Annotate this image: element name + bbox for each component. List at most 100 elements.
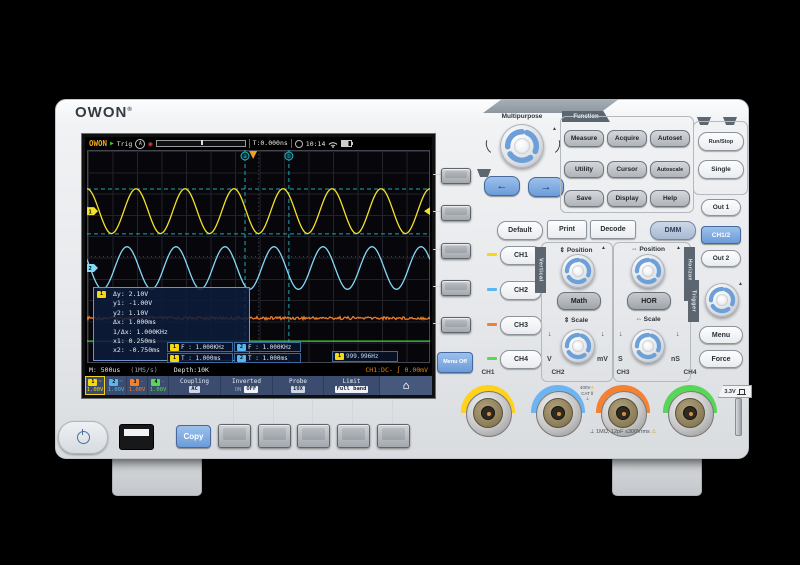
menu-off-button[interactable]: Menu Off	[437, 352, 473, 373]
bnc-label-ch3: CH3	[609, 369, 637, 376]
seconds-unit-label: S	[618, 356, 623, 363]
waveform-position-bar[interactable]	[156, 140, 246, 147]
softmenu-coupling[interactable]: Coupling AC	[169, 376, 221, 395]
down-arrow-icon: ↓	[619, 331, 623, 338]
screen-topbar: OWON ▶ Trig A ◉ T:0.000ns 10:14	[85, 137, 432, 150]
acquire-button[interactable]: Acquire	[607, 130, 647, 147]
horizontal-scale-knob[interactable]	[631, 329, 665, 363]
softmenu-limit[interactable]: Limit Full band	[324, 376, 380, 395]
channel-cell-1[interactable]: 1~ 1.00V	[85, 376, 106, 395]
ch4-button[interactable]: CH4	[500, 350, 542, 369]
softmenu-inverted[interactable]: Inverted ON OFF	[221, 376, 273, 395]
ground-icon: ⊥	[580, 396, 595, 402]
channel-badge: 2	[237, 355, 246, 362]
softmenu-probe[interactable]: Probe 10X	[273, 376, 324, 395]
nav-right-button[interactable]: →	[528, 177, 564, 197]
math-button[interactable]: Math	[557, 292, 601, 310]
clock-readout: 10:14	[306, 140, 326, 148]
square-wave-icon	[737, 389, 746, 395]
softkey-h1[interactable]	[218, 424, 251, 448]
ch1-2-button[interactable]: CH1/2	[701, 226, 741, 244]
right-arrow-icon: →	[541, 181, 552, 193]
channel-badge: 1	[97, 291, 106, 298]
copy-button[interactable]: Copy	[176, 425, 211, 448]
bnc-label-ch1: CH1	[474, 369, 502, 376]
softkey-f1[interactable]	[441, 168, 471, 184]
utility-button[interactable]: Utility	[564, 161, 604, 178]
channel-badge: 2	[237, 344, 246, 351]
default-button[interactable]: Default	[497, 221, 543, 240]
display-button[interactable]: Display	[607, 190, 647, 207]
freq-counter-box: 1 999.996Hz	[332, 351, 398, 362]
screen-softmenu: 1~ 1.00V 2~ 1.00V 3- 1.00V 4- 1.00V Coup…	[85, 376, 432, 395]
sample-rate-readout: (1MS/s)	[130, 366, 157, 374]
dmm-button[interactable]: DMM	[650, 221, 696, 240]
softkey-f3[interactable]	[441, 243, 471, 259]
battery-icon	[341, 140, 352, 147]
menu-label: Coupling	[180, 378, 209, 385]
help-button[interactable]: Help	[650, 190, 690, 207]
channel-cell-4[interactable]: 4- 1.00V	[148, 376, 169, 395]
measure-button[interactable]: Measure	[564, 130, 604, 147]
softkey-f4[interactable]	[441, 280, 471, 296]
autoscale-button[interactable]: Autoscale	[650, 161, 690, 178]
voltage-warning: 400V⚠ CAT Ⅱ ⊥	[580, 385, 595, 402]
zero-set-icon: ▲	[601, 245, 606, 251]
vertical-position-knob[interactable]	[561, 254, 595, 288]
softkey-h4[interactable]	[337, 424, 370, 448]
softkey-h3[interactable]	[297, 424, 330, 448]
left-arrow-icon: ←	[497, 180, 508, 192]
timebase-readout: M: 500us	[89, 366, 120, 374]
out1-button[interactable]: Out 1	[701, 199, 741, 216]
power-button[interactable]	[58, 421, 108, 454]
single-button[interactable]: Single	[698, 160, 744, 179]
cursor-row: y1: -1.00V	[113, 299, 249, 308]
home-button[interactable]: ⌂	[380, 376, 432, 395]
lcd-screen[interactable]: OWON ▶ Trig A ◉ T:0.000ns 10:14 12ab 1 Δ…	[85, 137, 432, 395]
vertical-knob-icon: ⇕	[564, 317, 569, 324]
multipurpose-label: Multipurpose	[482, 113, 562, 120]
option-off: OFF	[244, 386, 258, 393]
force-button[interactable]: Force	[699, 350, 743, 368]
home-icon: ⌂	[403, 379, 410, 392]
softkey-f2[interactable]	[441, 205, 471, 221]
down-arrow-icon: ↓	[676, 331, 680, 338]
volts-per-div: 1.00V	[150, 387, 167, 393]
channel-cell-2[interactable]: 2~ 1.00V	[106, 376, 127, 395]
warning-icon: ⚠	[591, 385, 595, 390]
coupling-symbol: ~	[119, 379, 122, 385]
softkey-h5[interactable]	[377, 424, 410, 448]
trigger-menu-button[interactable]: Menu	[699, 326, 743, 344]
softkey-f5[interactable]	[441, 317, 471, 333]
channel-cell-3[interactable]: 3- 1.00V	[127, 376, 148, 395]
hor-button[interactable]: HOR	[627, 292, 671, 310]
nav-left-button[interactable]: ←	[484, 176, 520, 196]
out2-button[interactable]: Out 2	[701, 250, 741, 267]
down-arrow-icon: ↓	[548, 331, 552, 338]
save-button[interactable]: Save	[564, 190, 604, 207]
horizontal-position-knob[interactable]	[631, 254, 665, 288]
print-button[interactable]: Print	[547, 220, 587, 239]
measure-period-ch1: 1 T : 1.000ms	[167, 353, 233, 363]
run-stop-button[interactable]: Run/Stop	[698, 132, 744, 151]
run-status-icon: ▶	[110, 140, 114, 147]
trigger-level-knob[interactable]	[705, 283, 739, 317]
autoset-button[interactable]: Autoset	[650, 130, 690, 147]
decode-button[interactable]: Decode	[590, 220, 636, 239]
measure-value: F : 1.000KHz	[248, 343, 291, 352]
cursor-button[interactable]: Cursor	[607, 161, 647, 178]
ch3-button[interactable]: CH3	[500, 316, 542, 335]
cursor-row: y2: 1.10V	[113, 309, 249, 318]
volts-per-div: 1.00V	[129, 387, 146, 393]
ch2-color-mark	[487, 288, 497, 291]
softkey-h2[interactable]	[258, 424, 291, 448]
volts-unit-label: V	[547, 356, 552, 363]
cursor-row: 1/Δx: 1.000KHz	[113, 328, 249, 337]
ch3-color-mark	[487, 323, 497, 326]
horizontal-scale-label: ⇔ Scale	[613, 316, 683, 323]
svg-text:b: b	[287, 153, 291, 160]
usb-port[interactable]	[119, 424, 154, 450]
channel-badge: 4	[151, 379, 160, 386]
vertical-scale-knob[interactable]	[561, 329, 595, 363]
multipurpose-knob[interactable]	[500, 124, 544, 168]
